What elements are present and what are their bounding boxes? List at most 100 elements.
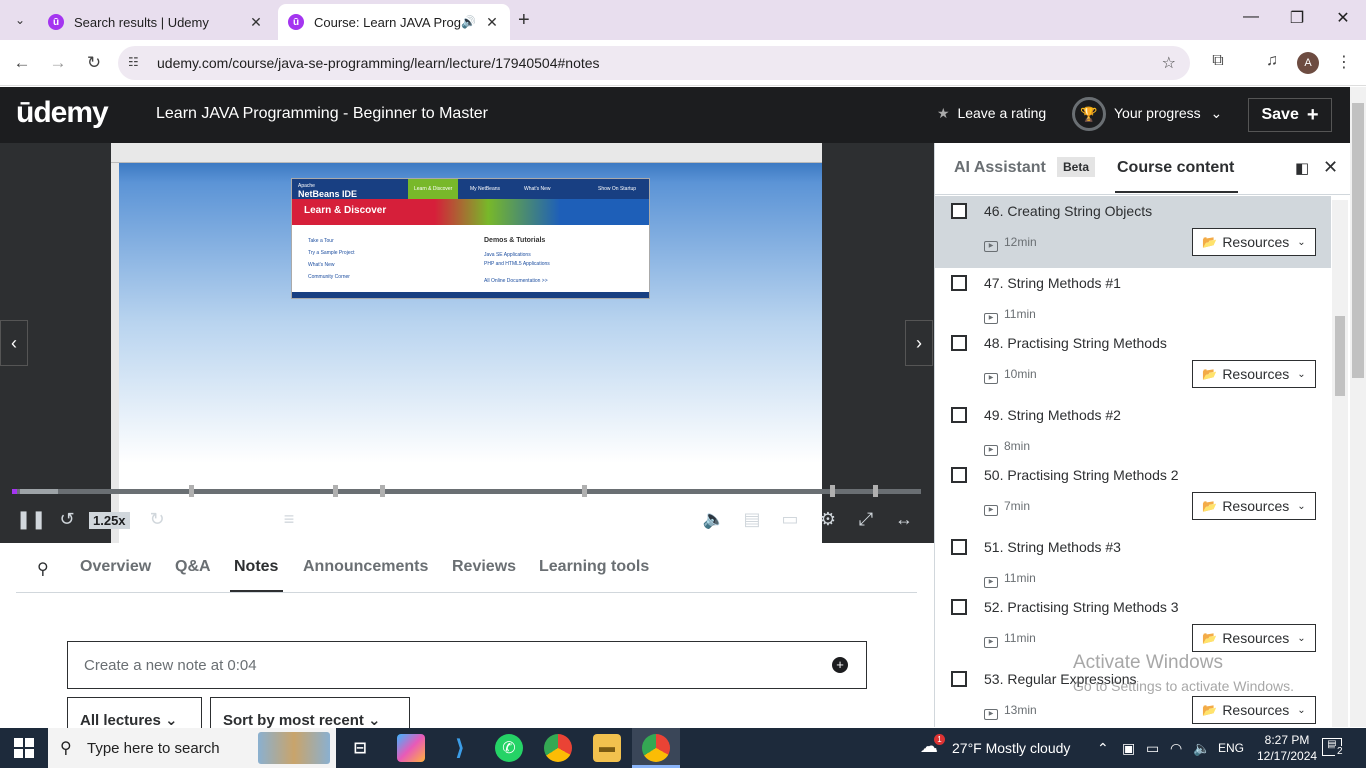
bookmark-marker[interactable] (189, 485, 194, 497)
captions-icon[interactable]: ▭ (777, 509, 803, 530)
bookmark-star-icon[interactable]: ☆ (1162, 53, 1176, 73)
lecture-item[interactable]: 50. Practising String Methods 2 ▶ 7min 📂 Res… (935, 460, 1331, 532)
address-bar[interactable]: ☷ udemy.com/course/java-se-programming/l… (118, 46, 1190, 80)
settings-gear-icon[interactable]: ⚙ (815, 509, 841, 530)
task-view-icon[interactable]: ⊟ (346, 734, 374, 762)
windows-start-icon[interactable] (14, 738, 34, 758)
resources-button[interactable]: 📂 Resources ⌄ (1192, 492, 1316, 520)
extensions-icon[interactable]: ⧉ (1207, 52, 1229, 70)
reload-icon[interactable]: ↻ (82, 51, 106, 75)
vscode-icon[interactable]: ⟩ (446, 734, 474, 762)
wifi-icon[interactable]: ◠ (1170, 740, 1182, 757)
transcript-icon[interactable]: ▤ (739, 509, 765, 530)
lecture-title[interactable]: 46. Creating String Objects (984, 203, 1152, 219)
playback-speed-button[interactable]: 1.25x (89, 512, 130, 529)
lecture-checkbox[interactable] (951, 539, 967, 555)
lecture-checkbox[interactable] (951, 671, 967, 687)
lecture-checkbox[interactable] (951, 467, 967, 483)
url-text[interactable]: udemy.com/course/java-se-programming/lea… (157, 55, 600, 71)
search-icon[interactable]: ⚲ (37, 559, 49, 579)
add-note-plus-icon[interactable]: + (832, 657, 848, 673)
tab-announcements[interactable]: Announcements (303, 558, 428, 576)
language-indicator[interactable]: ENG (1218, 741, 1244, 755)
lecture-checkbox[interactable] (951, 599, 967, 615)
bookmark-marker[interactable] (333, 485, 338, 497)
volume-icon[interactable]: 🔈 (701, 509, 727, 530)
lecture-title[interactable]: 52. Practising String Methods 3 (984, 599, 1179, 615)
udemy-logo[interactable]: ūdemy (16, 96, 109, 130)
pause-icon[interactable]: ❚❚ (16, 509, 46, 530)
save-button[interactable]: Save + (1248, 98, 1332, 132)
new-tab-icon[interactable]: + (518, 9, 530, 32)
lecture-title[interactable]: 49. String Methods #2 (984, 407, 1121, 423)
tab-qa[interactable]: Q&A (175, 558, 211, 576)
forward-icon[interactable]: ↻ (144, 509, 170, 530)
browser-tab-course[interactable]: ū Course: Learn JAVA Program 🔊 ✕ (278, 4, 510, 40)
tab-audio-icon[interactable]: 🔊 (461, 15, 476, 29)
whatsapp-icon[interactable]: ✆ (495, 734, 523, 762)
lecture-item[interactable]: 48. Practising String Methods ▶ 10min 📂 Reso… (935, 328, 1331, 400)
tab-close-icon[interactable]: ✕ (248, 14, 264, 31)
back-icon[interactable]: ← (10, 51, 34, 75)
tab-reviews[interactable]: Reviews (452, 558, 516, 576)
close-window-icon[interactable]: ✕ (1328, 8, 1358, 28)
next-lecture-icon[interactable]: › (905, 320, 933, 366)
lecture-item[interactable]: 49. String Methods #2 ▶ 8min (935, 400, 1331, 460)
browser-menu-icon[interactable]: ⋮ (1333, 52, 1355, 72)
tab-notes[interactable]: Notes (234, 558, 278, 576)
your-progress-button[interactable]: Your progress ⌄ (1114, 105, 1222, 122)
new-note-input[interactable]: Create a new note at 0:04 + (67, 641, 867, 689)
tab-search-menu-icon[interactable]: ⌄ (8, 8, 32, 32)
forward-icon[interactable]: → (46, 51, 70, 75)
volume-icon[interactable]: 🔈 (1193, 740, 1210, 757)
fullscreen-icon[interactable]: ⤢ (853, 509, 879, 530)
bookmark-marker[interactable] (582, 485, 587, 497)
lecture-title[interactable]: 51. String Methods #3 (984, 539, 1121, 555)
video-player[interactable]: Apache NetBeans IDE Learn & Discover My … (0, 143, 934, 543)
lecture-checkbox[interactable] (951, 275, 967, 291)
bookmark-marker[interactable] (873, 485, 878, 497)
lecture-title[interactable]: 50. Practising String Methods 2 (984, 467, 1179, 483)
media-control-icon[interactable]: ♫ (1261, 52, 1283, 70)
leave-rating-button[interactable]: ★ Leave a rating (937, 105, 1046, 122)
lecture-title[interactable]: 47. String Methods #1 (984, 275, 1121, 291)
lecture-item[interactable]: 46. Creating String Objects ▶ 12min 📂 Resour… (935, 196, 1331, 268)
tab-ai-assistant[interactable]: AI Assistant (954, 159, 1046, 177)
seek-bar[interactable] (12, 485, 921, 497)
lecture-title[interactable]: 48. Practising String Methods (984, 335, 1167, 351)
trophy-icon[interactable]: 🏆 (1072, 97, 1106, 131)
file-explorer-icon[interactable]: ▬ (593, 734, 621, 762)
battery-icon[interactable]: ▭ (1146, 740, 1159, 757)
active-app-chrome[interactable] (632, 728, 680, 768)
copilot-icon[interactable] (397, 734, 425, 762)
chrome-icon[interactable] (544, 734, 572, 762)
resources-button[interactable]: 📂 Resources ⌄ (1192, 360, 1316, 388)
restore-icon[interactable]: ❐ (1282, 8, 1312, 28)
bookmark-marker[interactable] (380, 485, 385, 497)
add-note-icon[interactable]: ≡ (276, 509, 302, 530)
tab-course-content[interactable]: Course content (1117, 159, 1234, 177)
lecture-item[interactable]: 51. String Methods #3 ▶ 11min (935, 532, 1331, 592)
expand-icon[interactable]: ↔ (891, 509, 917, 530)
browser-tab-search-results[interactable]: ū Search results | Udemy ✕ (38, 4, 274, 40)
page-scrollbar[interactable] (1350, 87, 1366, 727)
lecture-checkbox[interactable] (951, 335, 967, 351)
video-frame[interactable]: Apache NetBeans IDE Learn & Discover My … (111, 143, 822, 543)
rewind-icon[interactable]: ↺ (54, 509, 80, 530)
lecture-checkbox[interactable] (951, 407, 967, 423)
meet-now-icon[interactable]: ▣ (1122, 740, 1135, 757)
tab-overview[interactable]: Overview (80, 558, 151, 576)
resources-button[interactable]: 📂 Resources ⌄ (1192, 624, 1316, 652)
course-title[interactable]: Learn JAVA Programming - Beginner to Mas… (156, 105, 488, 123)
site-settings-icon[interactable]: ☷ (128, 55, 139, 69)
lecture-checkbox[interactable] (951, 203, 967, 219)
previous-lecture-icon[interactable]: ‹ (0, 320, 28, 366)
close-sidebar-icon[interactable]: ✕ (1323, 157, 1338, 178)
tab-close-icon[interactable]: ✕ (484, 14, 500, 31)
sidebar-scrollbar[interactable] (1332, 200, 1348, 727)
lecture-item[interactable]: 47. String Methods #1 ▶ 11min (935, 268, 1331, 328)
dock-panel-icon[interactable]: ◧ (1295, 159, 1309, 177)
taskbar-search[interactable]: ⚲ Type here to search (48, 728, 336, 768)
profile-avatar[interactable]: A (1297, 52, 1319, 74)
tab-learning-tools[interactable]: Learning tools (539, 558, 649, 576)
